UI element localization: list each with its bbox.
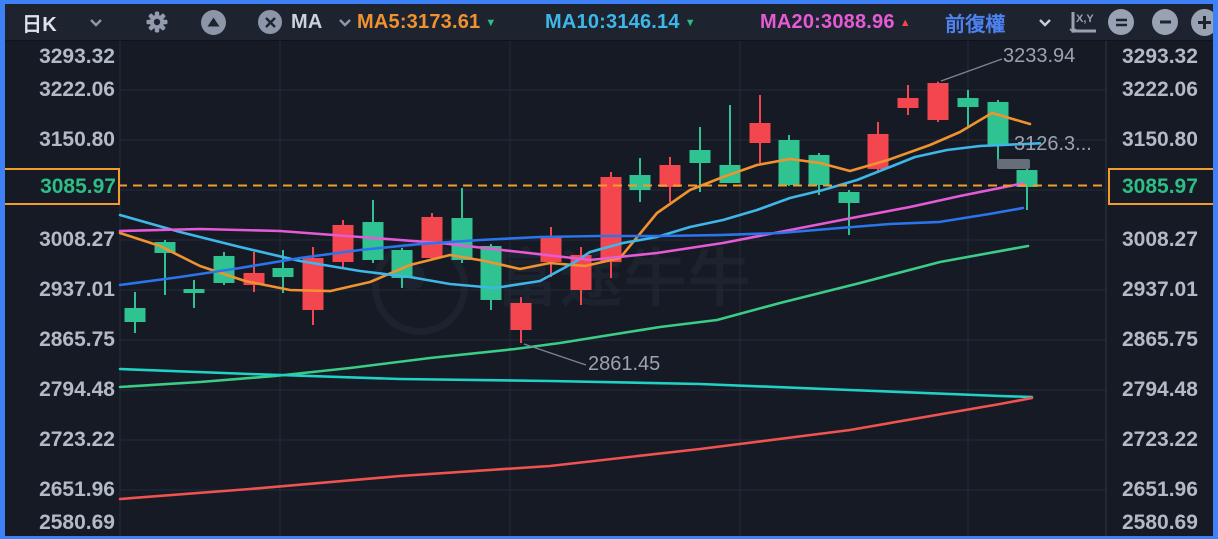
trend-down-icon: ▼ bbox=[684, 17, 696, 29]
axis-price-label: 3008.27 bbox=[1122, 228, 1198, 251]
ma20-value-text: MA20:3088.96 bbox=[760, 10, 895, 33]
current-price-tag-left: 3085.97 bbox=[2, 168, 120, 205]
ma5-value[interactable]: MA5:3173.61 ▼ bbox=[357, 4, 496, 40]
nearby-price-annotation: 3126.3... bbox=[1014, 133, 1092, 155]
ma5-value-text: MA5:3173.61 bbox=[357, 10, 481, 33]
axis-price-label: 2794.48 bbox=[1122, 378, 1198, 401]
axis-price-label: 2937.01 bbox=[39, 278, 115, 301]
menu-circle-icon[interactable] bbox=[1108, 4, 1134, 40]
chart-canvas[interactable] bbox=[0, 0, 1218, 539]
axis-price-label: 2723.22 bbox=[1122, 428, 1198, 451]
ma-line-ma-red bbox=[118, 396, 1034, 501]
candle-body bbox=[927, 83, 949, 120]
window-border-left bbox=[0, 0, 5, 539]
candle-body bbox=[689, 150, 711, 164]
candle-body bbox=[659, 164, 681, 188]
axis-price-label: 3293.32 bbox=[1122, 45, 1198, 68]
axis-price-label: 3293.32 bbox=[39, 45, 115, 68]
trend-down-icon: ▼ bbox=[485, 17, 497, 29]
candle-body bbox=[808, 155, 830, 185]
window-border-right bbox=[1213, 0, 1218, 539]
chevron-down-icon[interactable] bbox=[89, 4, 103, 40]
trend-up-icon: ▲ bbox=[899, 17, 911, 29]
candle-body bbox=[272, 267, 294, 278]
candle-body bbox=[183, 289, 205, 294]
circle-up-icon[interactable] bbox=[201, 4, 226, 40]
annotation-connector bbox=[523, 343, 587, 366]
axis-price-label: 3008.27 bbox=[39, 228, 115, 251]
candle-body bbox=[838, 191, 860, 204]
trading-chart-window: 日K MA MA5:3173.61 ▼ MA10:3146.14 ▼ MA20:… bbox=[0, 0, 1218, 539]
candle-body bbox=[421, 216, 443, 259]
axis-price-label: 3150.80 bbox=[39, 128, 115, 151]
axis-price-label: 2651.96 bbox=[1122, 478, 1198, 501]
price-adjust-selector[interactable]: 前復權 bbox=[945, 4, 1006, 40]
axis-price-label: 2723.22 bbox=[39, 428, 115, 451]
candle-body bbox=[480, 246, 502, 300]
ma10-value[interactable]: MA10:3146.14 ▼ bbox=[545, 4, 696, 40]
candle-body bbox=[362, 222, 384, 260]
ma-line-ma-teal bbox=[118, 367, 1034, 399]
candle-body bbox=[778, 139, 800, 185]
candle-body bbox=[957, 97, 979, 108]
ma-line-ma20 bbox=[118, 182, 1025, 262]
indicator-ma-selector[interactable]: MA bbox=[291, 4, 323, 40]
axis-price-label: 3222.06 bbox=[39, 78, 115, 101]
ma10-value-text: MA10:3146.14 bbox=[545, 10, 680, 33]
chevron-down-icon[interactable] bbox=[1038, 4, 1052, 40]
zoom-out-icon[interactable] bbox=[1152, 4, 1178, 40]
candle-body bbox=[510, 302, 532, 330]
circle-close-icon[interactable] bbox=[258, 4, 282, 40]
axis-price-label: 2651.96 bbox=[39, 478, 115, 501]
axis-price-label: 2865.75 bbox=[39, 328, 115, 351]
axis-price-label: 2580.69 bbox=[39, 511, 115, 534]
low-price-annotation: 2861.45 bbox=[588, 353, 661, 375]
annotation-connector bbox=[940, 58, 1003, 82]
axis-price-label: 2794.48 bbox=[39, 378, 115, 401]
candle-body bbox=[629, 175, 651, 191]
axis-price-label: 3222.06 bbox=[1122, 78, 1198, 101]
xy-axis-text: X,Y bbox=[1076, 13, 1094, 25]
gear-icon[interactable] bbox=[145, 4, 169, 40]
candle-body bbox=[749, 123, 771, 144]
axis-price-label: 2937.01 bbox=[1122, 278, 1198, 301]
chart-toolbar: 日K MA MA5:3173.61 ▼ MA10:3146.14 ▼ MA20:… bbox=[5, 4, 1218, 41]
candle-body bbox=[332, 224, 354, 263]
candle-body bbox=[451, 218, 473, 260]
kline-period-selector[interactable]: 日K bbox=[22, 4, 57, 40]
gray-price-marker bbox=[997, 159, 1030, 169]
current-price-tag-right: 3085.97 bbox=[1108, 168, 1218, 205]
candle-body bbox=[897, 97, 919, 109]
chevron-down-icon[interactable] bbox=[338, 4, 352, 40]
xy-axis-icon[interactable]: X,Y bbox=[1067, 4, 1099, 40]
candle-body bbox=[987, 101, 1009, 145]
candle-body bbox=[302, 258, 324, 310]
window-border-top bbox=[0, 0, 1218, 4]
axis-price-label: 3150.80 bbox=[1122, 128, 1198, 151]
high-price-annotation: 3233.94 bbox=[1003, 45, 1076, 67]
axis-price-label: 2865.75 bbox=[1122, 328, 1198, 351]
ma20-value[interactable]: MA20:3088.96 ▲ bbox=[760, 4, 911, 40]
candle-body bbox=[540, 237, 562, 263]
candle-body bbox=[124, 307, 146, 322]
axis-price-label: 2580.69 bbox=[1122, 511, 1198, 534]
